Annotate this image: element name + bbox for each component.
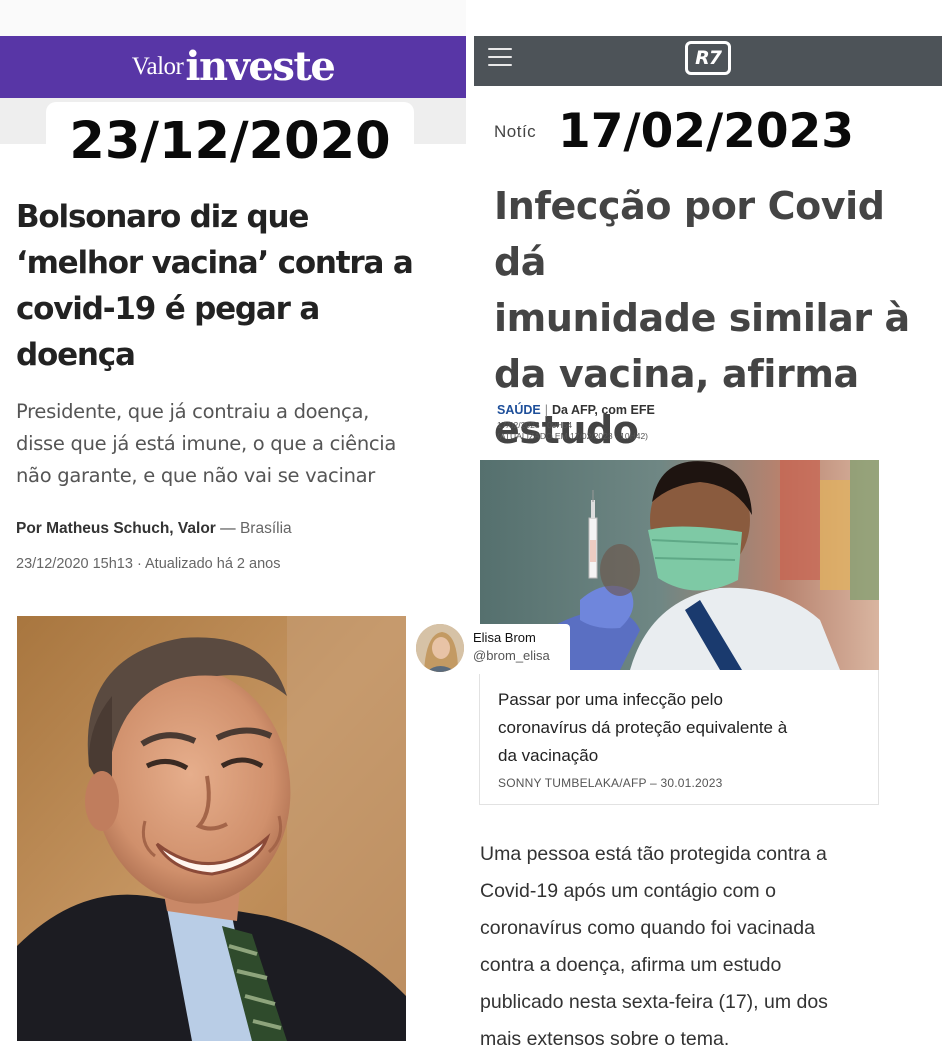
body-line: contra a doença, afirma um estudo [480, 954, 782, 976]
body-line: coronavírus como quando foi vacinada [480, 917, 815, 939]
publish-date: 23/12/2020 15h13 · Atualizado há 2 anos [16, 556, 281, 572]
menu-icon[interactable] [488, 48, 512, 66]
body-line: mais extensos sobre o tema. [480, 1028, 730, 1049]
time-updated: (ATUALIZADO EM 17/02/2023 - 10H42) [497, 431, 649, 441]
body-line: publicado nesta sexta-feira (17), um dos [480, 991, 828, 1013]
byline-location: Brasília [239, 520, 292, 537]
photo-credit: SONNY TUMBELAKA/AFP – 30.01.2023 [498, 776, 723, 790]
headline-line: ‘melhor vacina’ contra a [16, 245, 414, 281]
article-source: Da AFP, com EFE [552, 403, 655, 417]
subtitle-line: disse que já está imune, o que a ciência [16, 432, 397, 455]
valor-header-bar: Valor investe [0, 36, 466, 98]
article-meta: SAÚDE | Da AFP, com EFE [497, 403, 655, 417]
byline-author[interactable]: Por Matheus Schuch, Valor [16, 520, 216, 537]
caption-line: Passar por uma infecção pelo [498, 690, 723, 709]
article-timestamps: 17/02/2023 - 09H54 (ATUALIZADO EM 17/02/… [497, 420, 648, 442]
author-watermark: Elisa Brom @brom_elisa [414, 624, 570, 674]
avatar-image [416, 624, 464, 672]
bolsonaro-photo [17, 616, 406, 1041]
photo-caption-card: Passar por uma infecção pelo coronavírus… [479, 670, 879, 805]
valor-investe-logo[interactable]: Valor investe [0, 36, 466, 98]
date-overlay-left: 23/12/2020 [46, 102, 414, 180]
caption-line: da vacinação [498, 746, 599, 765]
logo-investe-text: investe [185, 43, 335, 90]
meta-separator: | [544, 403, 549, 417]
headline-line: doença [16, 337, 136, 373]
headline: Bolsonaro diz que ‘melhor vacina’ contra… [16, 194, 456, 378]
subtitle-line: não garante, e que não vai se vacinar [16, 464, 376, 487]
date-overlay-right: 17/02/2023 [554, 104, 858, 159]
subtitle-line: Presidente, que já contraiu a doença, [16, 400, 370, 423]
avatar [416, 624, 464, 672]
article-body: Uma pessoa está tão protegida contra a C… [480, 836, 920, 1049]
byline-dash: — [215, 520, 240, 537]
portrait-illustration [17, 616, 406, 1041]
subtitle: Presidente, que já contraiu a doença, di… [16, 396, 456, 492]
section-link[interactable]: SAÚDE [497, 403, 541, 417]
photo-caption: Passar por uma infecção pelo coronavírus… [498, 686, 868, 770]
body-line: Covid-19 após um contágio com o [480, 880, 776, 902]
time-published: 17/02/2023 - 09H54 [497, 420, 573, 430]
r7-logo[interactable]: R7 [685, 41, 731, 75]
r7-header-bar: R7 [474, 36, 942, 86]
headline-line: Bolsonaro diz que [16, 199, 309, 235]
body-line: Uma pessoa está tão protegida contra a [480, 843, 827, 865]
valor-investe-article: Valor investe 23/12/2020 Bolsonaro diz q… [0, 0, 466, 1049]
watermark-name: Elisa Brom [473, 630, 536, 645]
headline-line: da vacina, afirma [494, 352, 859, 396]
r7-article: R7 Notíc 17/02/2023 Infecção por Covid d… [474, 0, 942, 1049]
headline-line: Infecção por Covid dá [494, 184, 885, 284]
date-overlay-left-text: 23/12/2020 [69, 111, 391, 171]
byline: Por Matheus Schuch, Valor — Brasília [16, 520, 292, 538]
section-nav-partial[interactable]: Notíc [494, 122, 536, 142]
headline-line: covid-19 é pegar a [16, 291, 320, 327]
top-margin [0, 0, 466, 36]
logo-valor-text: Valor [131, 53, 184, 80]
watermark-handle: @brom_elisa [473, 648, 550, 663]
caption-line: coronavírus dá proteção equivalente à [498, 718, 788, 737]
headline-line: imunidade similar à [494, 296, 910, 340]
